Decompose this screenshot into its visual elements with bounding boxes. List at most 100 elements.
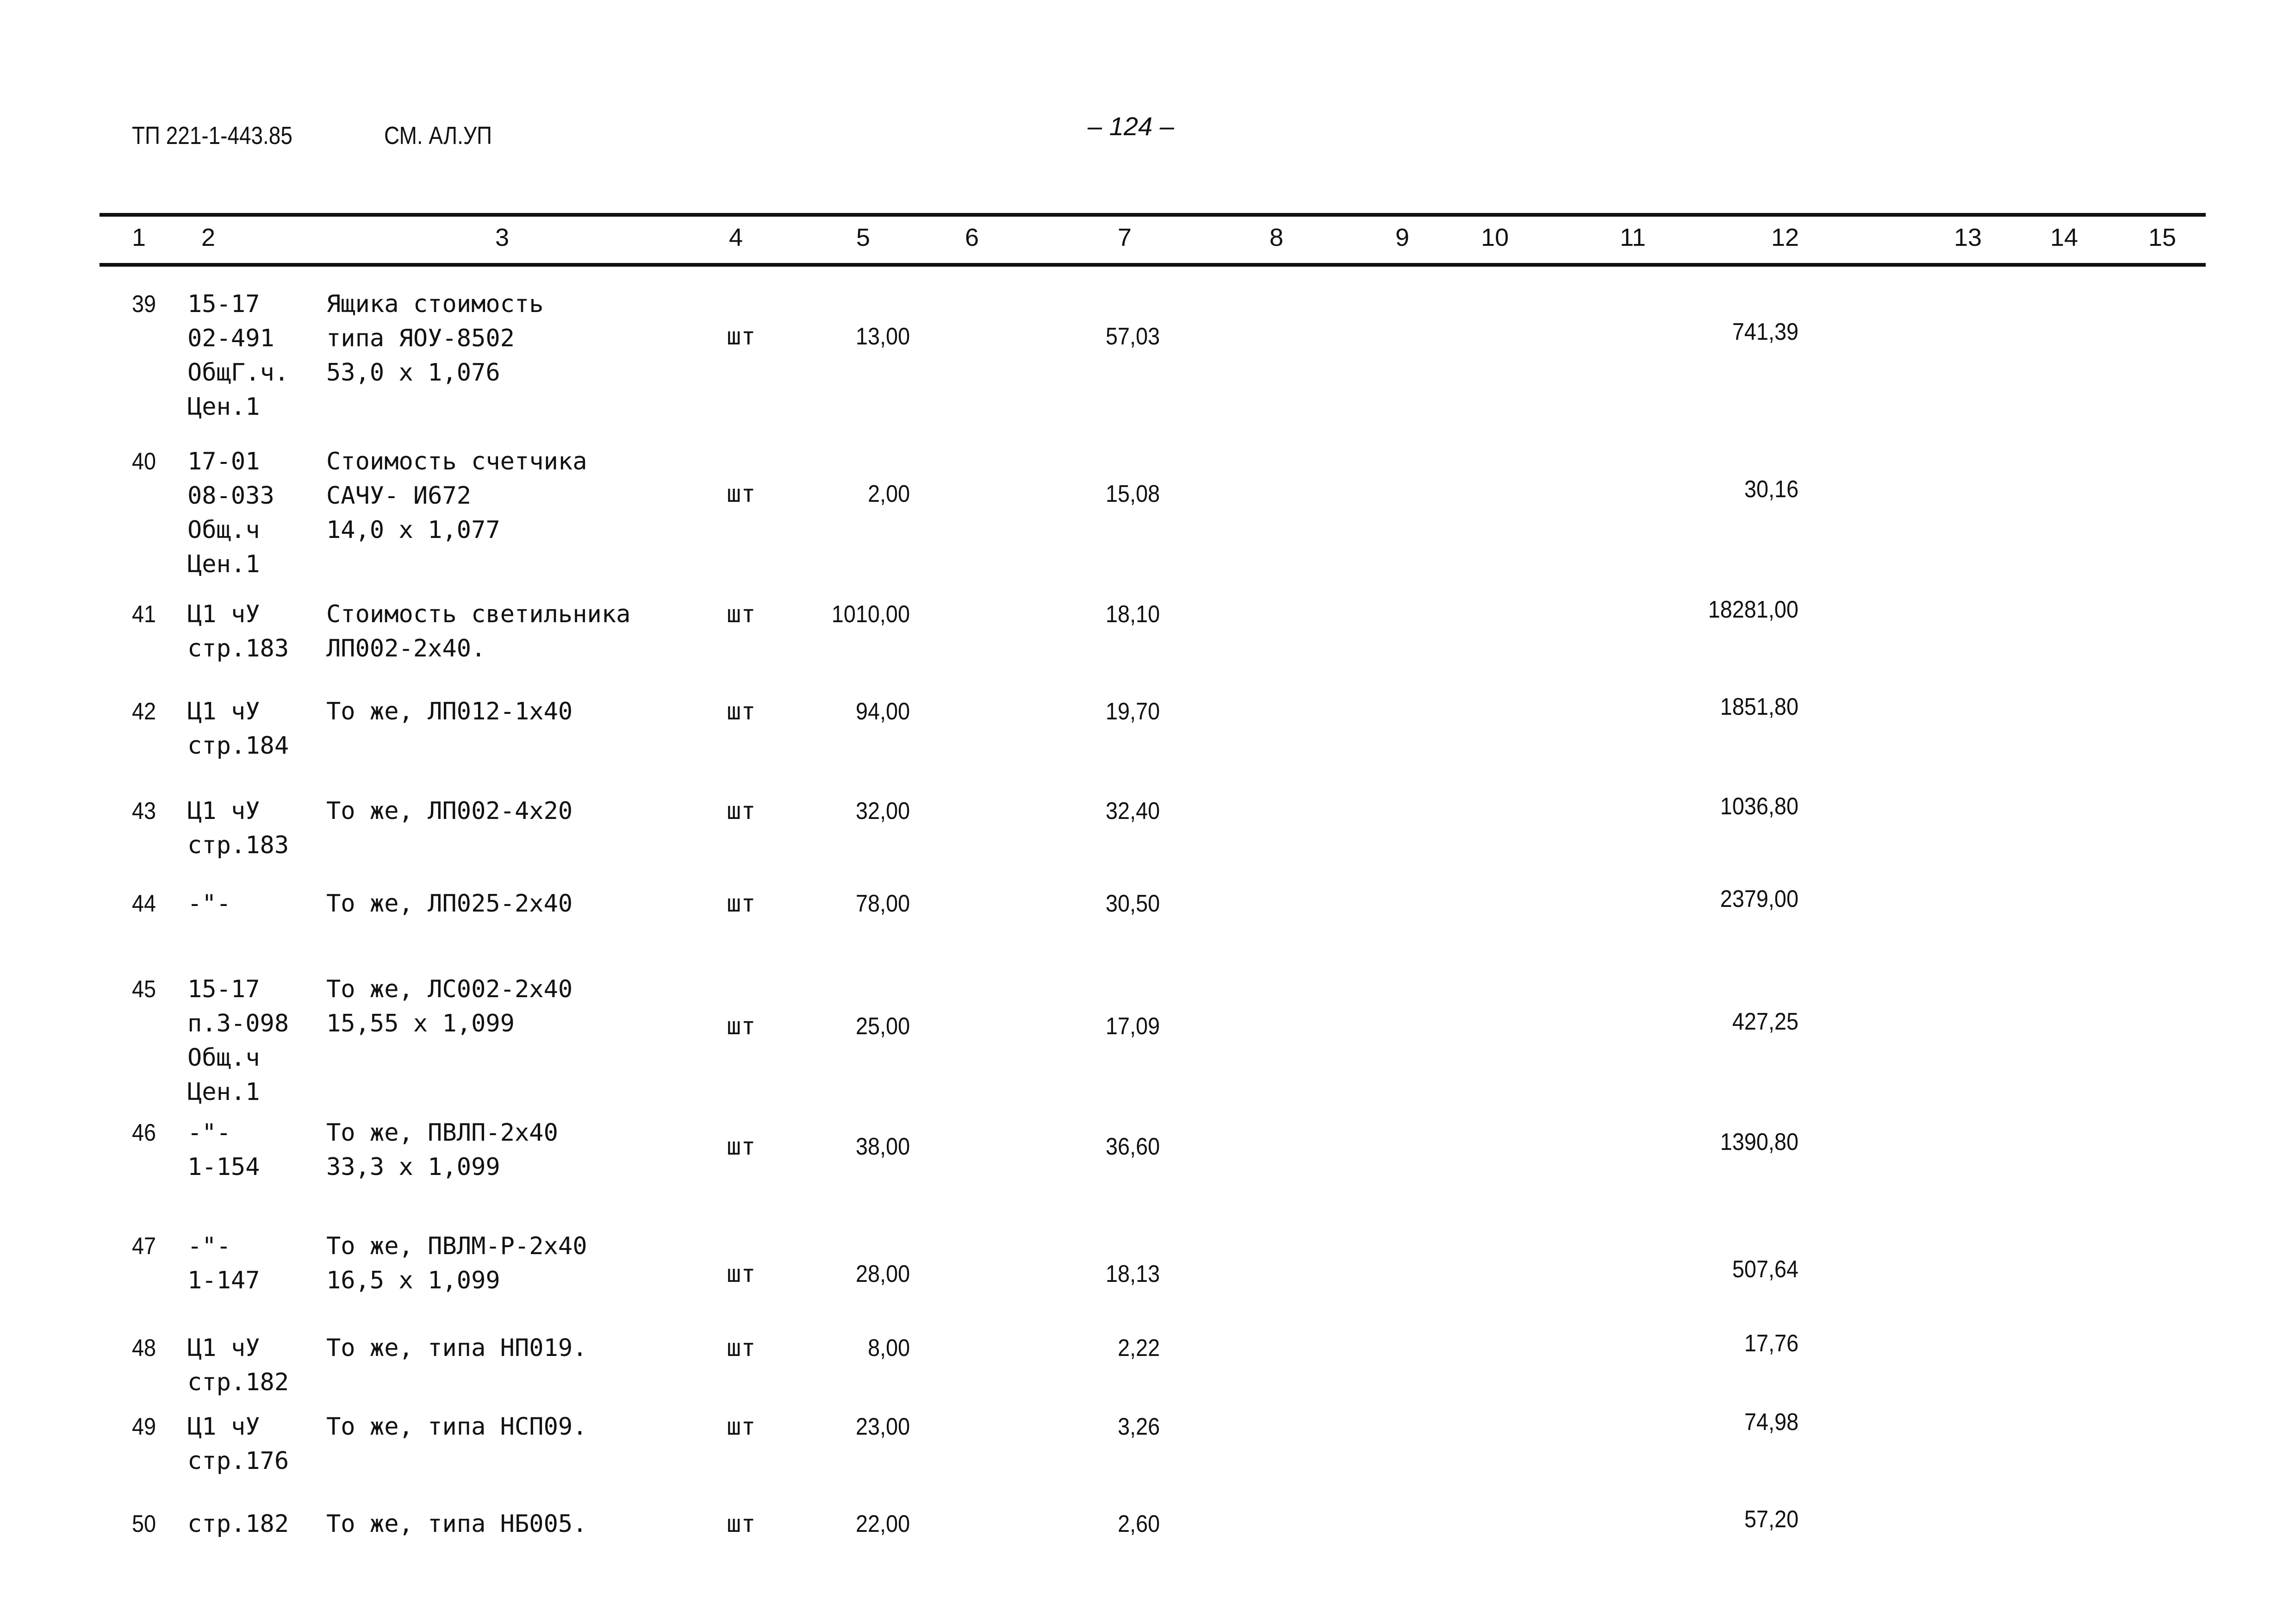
- total-cost: 57,20: [1744, 1506, 1798, 1533]
- item-description: То же, ПВЛП-2х40: [326, 1119, 558, 1147]
- row-number: 43: [132, 798, 156, 824]
- item-description: 33,3 х 1,099: [326, 1153, 500, 1181]
- quantity: 38,00: [855, 1133, 910, 1160]
- row-number: 48: [132, 1335, 156, 1362]
- unit: шт: [727, 797, 756, 825]
- price-reference: -"-: [187, 1232, 231, 1260]
- price-reference: стр.183: [187, 831, 289, 859]
- column-header-10: 10: [1481, 224, 1509, 251]
- row-number: 40: [132, 448, 156, 475]
- row-number: 50: [132, 1511, 156, 1537]
- unit: шт: [727, 1260, 756, 1288]
- row-number: 39: [132, 291, 156, 318]
- item-description: 16,5 х 1,099: [326, 1267, 500, 1294]
- row-number: 46: [132, 1119, 156, 1146]
- quantity: 13,00: [855, 323, 910, 350]
- item-description: Стоимость светильника: [326, 600, 631, 628]
- quantity: 78,00: [855, 890, 910, 917]
- unit: шт: [727, 1012, 756, 1040]
- unit-price: 2,22: [1117, 1335, 1160, 1362]
- price-reference: 02-491: [187, 325, 274, 352]
- column-header-14: 14: [2050, 224, 2078, 251]
- row-number: 49: [132, 1413, 156, 1440]
- quantity: 23,00: [855, 1413, 910, 1440]
- price-reference: Ц1 чУ: [187, 1334, 260, 1362]
- unit: шт: [727, 698, 756, 725]
- column-header-13: 13: [1954, 224, 1982, 251]
- price-reference: Ц1 чУ: [187, 698, 260, 725]
- unit-price: 15,08: [1105, 481, 1160, 507]
- quantity: 22,00: [855, 1511, 910, 1537]
- row-number: 42: [132, 698, 156, 725]
- unit: шт: [727, 323, 756, 350]
- item-description: То же, ЛП025-2х40: [326, 890, 573, 918]
- price-reference: п.3-098: [187, 1010, 289, 1037]
- document-code: ТП 221-1-443.85: [132, 122, 292, 150]
- item-description: То же, ЛП002-4х20: [326, 797, 573, 825]
- quantity: 25,00: [855, 1013, 910, 1040]
- price-reference: 15-17: [187, 290, 260, 318]
- total-cost: 1851,80: [1720, 693, 1798, 720]
- column-header-7: 7: [1117, 224, 1132, 251]
- price-reference: ОбщГ.ч.: [187, 359, 289, 387]
- column-header-11: 11: [1619, 224, 1646, 251]
- unit-price: 19,70: [1105, 698, 1160, 725]
- price-reference: Цен.1: [187, 393, 260, 421]
- column-header-8: 8: [1269, 224, 1284, 251]
- total-cost: 17,76: [1744, 1330, 1798, 1357]
- price-reference: 1-147: [187, 1267, 260, 1294]
- total-cost: 74,98: [1744, 1409, 1798, 1436]
- item-description: 15,55 х 1,099: [326, 1010, 515, 1037]
- price-reference: Ц1 чУ: [187, 1413, 260, 1441]
- item-description: То же, ЛП012-1х40: [326, 698, 573, 725]
- unit-price: 3,26: [1117, 1413, 1160, 1440]
- column-header-3: 3: [495, 224, 510, 251]
- price-reference: 17-01: [187, 448, 260, 475]
- column-header-4: 4: [728, 224, 743, 251]
- column-header-12: 12: [1771, 224, 1799, 251]
- unit-price: 17,09: [1105, 1013, 1160, 1040]
- price-reference: -"-: [187, 890, 231, 918]
- total-cost: 427,25: [1732, 1008, 1798, 1035]
- price-reference: стр.182: [187, 1368, 289, 1396]
- price-reference: стр.184: [187, 732, 289, 760]
- price-reference: Цен.1: [187, 1078, 260, 1106]
- price-reference: Общ.ч: [187, 1044, 260, 1072]
- item-description: 53,0 х 1,076: [326, 359, 500, 387]
- column-header-1: 1: [131, 224, 146, 251]
- column-header-15: 15: [2148, 224, 2177, 251]
- item-description: Стоимость счетчика: [326, 448, 587, 475]
- row-number: 45: [132, 976, 156, 1003]
- price-reference: стр.176: [187, 1447, 289, 1475]
- item-description: То же, типа НП019.: [326, 1334, 587, 1362]
- unit-price: 57,03: [1105, 323, 1160, 350]
- item-description: типа ЯОУ-8502: [326, 325, 515, 352]
- total-cost: 741,39: [1732, 319, 1798, 345]
- price-reference: Общ.ч: [187, 516, 260, 544]
- quantity: 28,00: [855, 1261, 910, 1287]
- row-number: 47: [132, 1233, 156, 1260]
- unit-price: 18,10: [1105, 601, 1160, 628]
- unit: шт: [727, 890, 756, 918]
- item-description: 14,0 х 1,077: [326, 516, 500, 544]
- column-header-5: 5: [856, 224, 871, 251]
- quantity: 1010,00: [831, 601, 910, 628]
- total-cost: 1390,80: [1720, 1129, 1798, 1156]
- price-reference: стр.182: [187, 1510, 289, 1538]
- price-reference: 08-033: [187, 482, 274, 510]
- price-reference: -"-: [187, 1119, 231, 1147]
- total-cost: 507,64: [1732, 1256, 1798, 1283]
- quantity: 32,00: [855, 798, 910, 824]
- unit: шт: [727, 1510, 756, 1538]
- total-cost: 2379,00: [1720, 886, 1798, 912]
- price-reference: стр.183: [187, 635, 289, 662]
- unit: шт: [727, 600, 756, 628]
- quantity: 8,00: [867, 1335, 910, 1362]
- unit-price: 18,13: [1105, 1261, 1160, 1287]
- item-description: То же, ЛС002-2х40: [326, 975, 573, 1003]
- column-header-9: 9: [1395, 224, 1410, 251]
- total-cost: 1036,80: [1720, 793, 1798, 820]
- unit: шт: [727, 1413, 756, 1441]
- item-description: САЧУ- И672: [326, 482, 472, 510]
- table-header-rule: [100, 263, 2206, 267]
